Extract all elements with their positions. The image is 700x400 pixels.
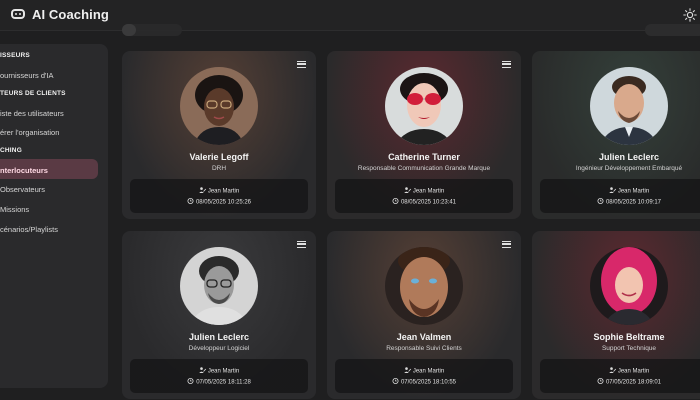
card-date: 07/05/2025 18:11:28: [130, 378, 308, 386]
interlocutor-card[interactable]: Jean Valmen Responsable Suivi Clients Je…: [327, 231, 521, 399]
interlocutor-card[interactable]: Valerie Legoff DRH Jean Martin 08/05/202…: [122, 51, 316, 219]
avatar-man-suit: [590, 67, 668, 145]
avatar-man-portrait: [385, 247, 463, 325]
card-author: Jean Martin: [335, 367, 513, 375]
card-menu-icon[interactable]: [297, 241, 306, 248]
card-name: Catherine Turner: [388, 152, 460, 162]
card-date: 08/05/2025 10:25:26: [130, 198, 308, 206]
card-menu-icon[interactable]: [297, 61, 306, 68]
card-role: Responsable Suivi Clients: [386, 345, 462, 352]
sun-theme-toggle-icon[interactable]: [683, 8, 697, 22]
toolbar-circle-button[interactable]: [122, 24, 136, 36]
user-edit-icon: [609, 187, 616, 193]
sidebar-item-missions[interactable]: Missions: [0, 205, 29, 214]
sidebar-section-suppliers: ISSEURS: [0, 52, 30, 59]
card-footer: Jean Martin 08/05/2025 10:09:17: [540, 179, 700, 213]
card-date: 07/05/2025 18:10:55: [335, 378, 513, 386]
card-date: 08/05/2025 10:09:17: [540, 198, 700, 206]
sidebar-section-coaching: CHING: [0, 147, 22, 154]
card-role: Ingénieur Développement Embarqué: [575, 165, 683, 172]
card-footer: Jean Martin 07/05/2025 18:10:55: [335, 359, 513, 393]
clock-icon: [187, 378, 194, 384]
card-name: Julien Leclerc: [598, 152, 660, 162]
interlocutor-card[interactable]: Julien Leclerc Ingénieur Développement E…: [532, 51, 700, 219]
user-edit-icon: [199, 367, 206, 373]
robot-logo-icon: [11, 9, 25, 19]
interlocutor-card[interactable]: Julien Leclerc Développeur Logiciel Jean…: [122, 231, 316, 399]
avatar-woman-glasses: [180, 67, 258, 145]
toolbar-right-control[interactable]: [645, 24, 700, 36]
user-edit-icon: [609, 367, 616, 373]
card-name: Sophie Beltrame: [593, 332, 665, 342]
card-role: Responsable Communication Grande Marque: [357, 165, 491, 172]
avatar-woman-pink-hair: [590, 247, 668, 325]
user-edit-icon: [199, 187, 206, 193]
card-role: Support Technique: [601, 345, 657, 352]
top-bar: AI Coaching: [0, 0, 700, 31]
clock-icon: [597, 198, 604, 204]
avatar-man-glasses-bw: [180, 247, 258, 325]
card-author: Jean Martin: [540, 367, 700, 375]
card-footer: Jean Martin 08/05/2025 10:25:26: [130, 179, 308, 213]
card-author: Jean Martin: [540, 187, 700, 195]
card-footer: Jean Martin 07/05/2025 18:09:01: [540, 359, 700, 393]
sidebar-item-interlocutors-label: nterlocuteurs: [0, 166, 48, 175]
sidebar-section-clients: TEURS DE CLIENTS: [0, 90, 66, 97]
clock-icon: [392, 378, 399, 384]
avatar-woman-red-sunglasses: [385, 67, 463, 145]
sidebar-item-manage-organization[interactable]: érer l'organisation: [0, 128, 59, 137]
card-date: 08/05/2025 10:23:41: [335, 198, 513, 206]
card-menu-icon[interactable]: [502, 241, 511, 248]
card-name: Julien Leclerc: [188, 332, 250, 342]
card-role: Développeur Logiciel: [188, 345, 250, 352]
user-edit-icon: [404, 367, 411, 373]
sidebar-item-observers[interactable]: Observateurs: [0, 185, 45, 194]
card-name: Valerie Legoff: [189, 152, 249, 162]
sidebar-item-users-list[interactable]: iste des utilisateurs: [0, 109, 64, 118]
clock-icon: [392, 198, 399, 204]
app-title: AI Coaching: [32, 7, 109, 22]
clock-icon: [597, 378, 604, 384]
user-edit-icon: [404, 187, 411, 193]
interlocutor-card[interactable]: Catherine Turner Responsable Communicati…: [327, 51, 521, 219]
card-menu-icon[interactable]: [502, 61, 511, 68]
card-role: DRH: [211, 165, 227, 172]
card-date: 07/05/2025 18:09:01: [540, 378, 700, 386]
sidebar-item-ai-suppliers[interactable]: ournisseurs d'IA: [0, 71, 54, 80]
card-name: Jean Valmen: [396, 332, 452, 342]
sidebar-item-scenarios-playlists[interactable]: cénarios/Playlists: [0, 225, 58, 234]
clock-icon: [187, 198, 194, 204]
card-author: Jean Martin: [130, 367, 308, 375]
card-footer: Jean Martin 07/05/2025 18:11:28: [130, 359, 308, 393]
card-author: Jean Martin: [130, 187, 308, 195]
interlocutor-card[interactable]: Sophie Beltrame Support Technique Jean M…: [532, 231, 700, 399]
card-author: Jean Martin: [335, 187, 513, 195]
card-footer: Jean Martin 08/05/2025 10:23:41: [335, 179, 513, 213]
